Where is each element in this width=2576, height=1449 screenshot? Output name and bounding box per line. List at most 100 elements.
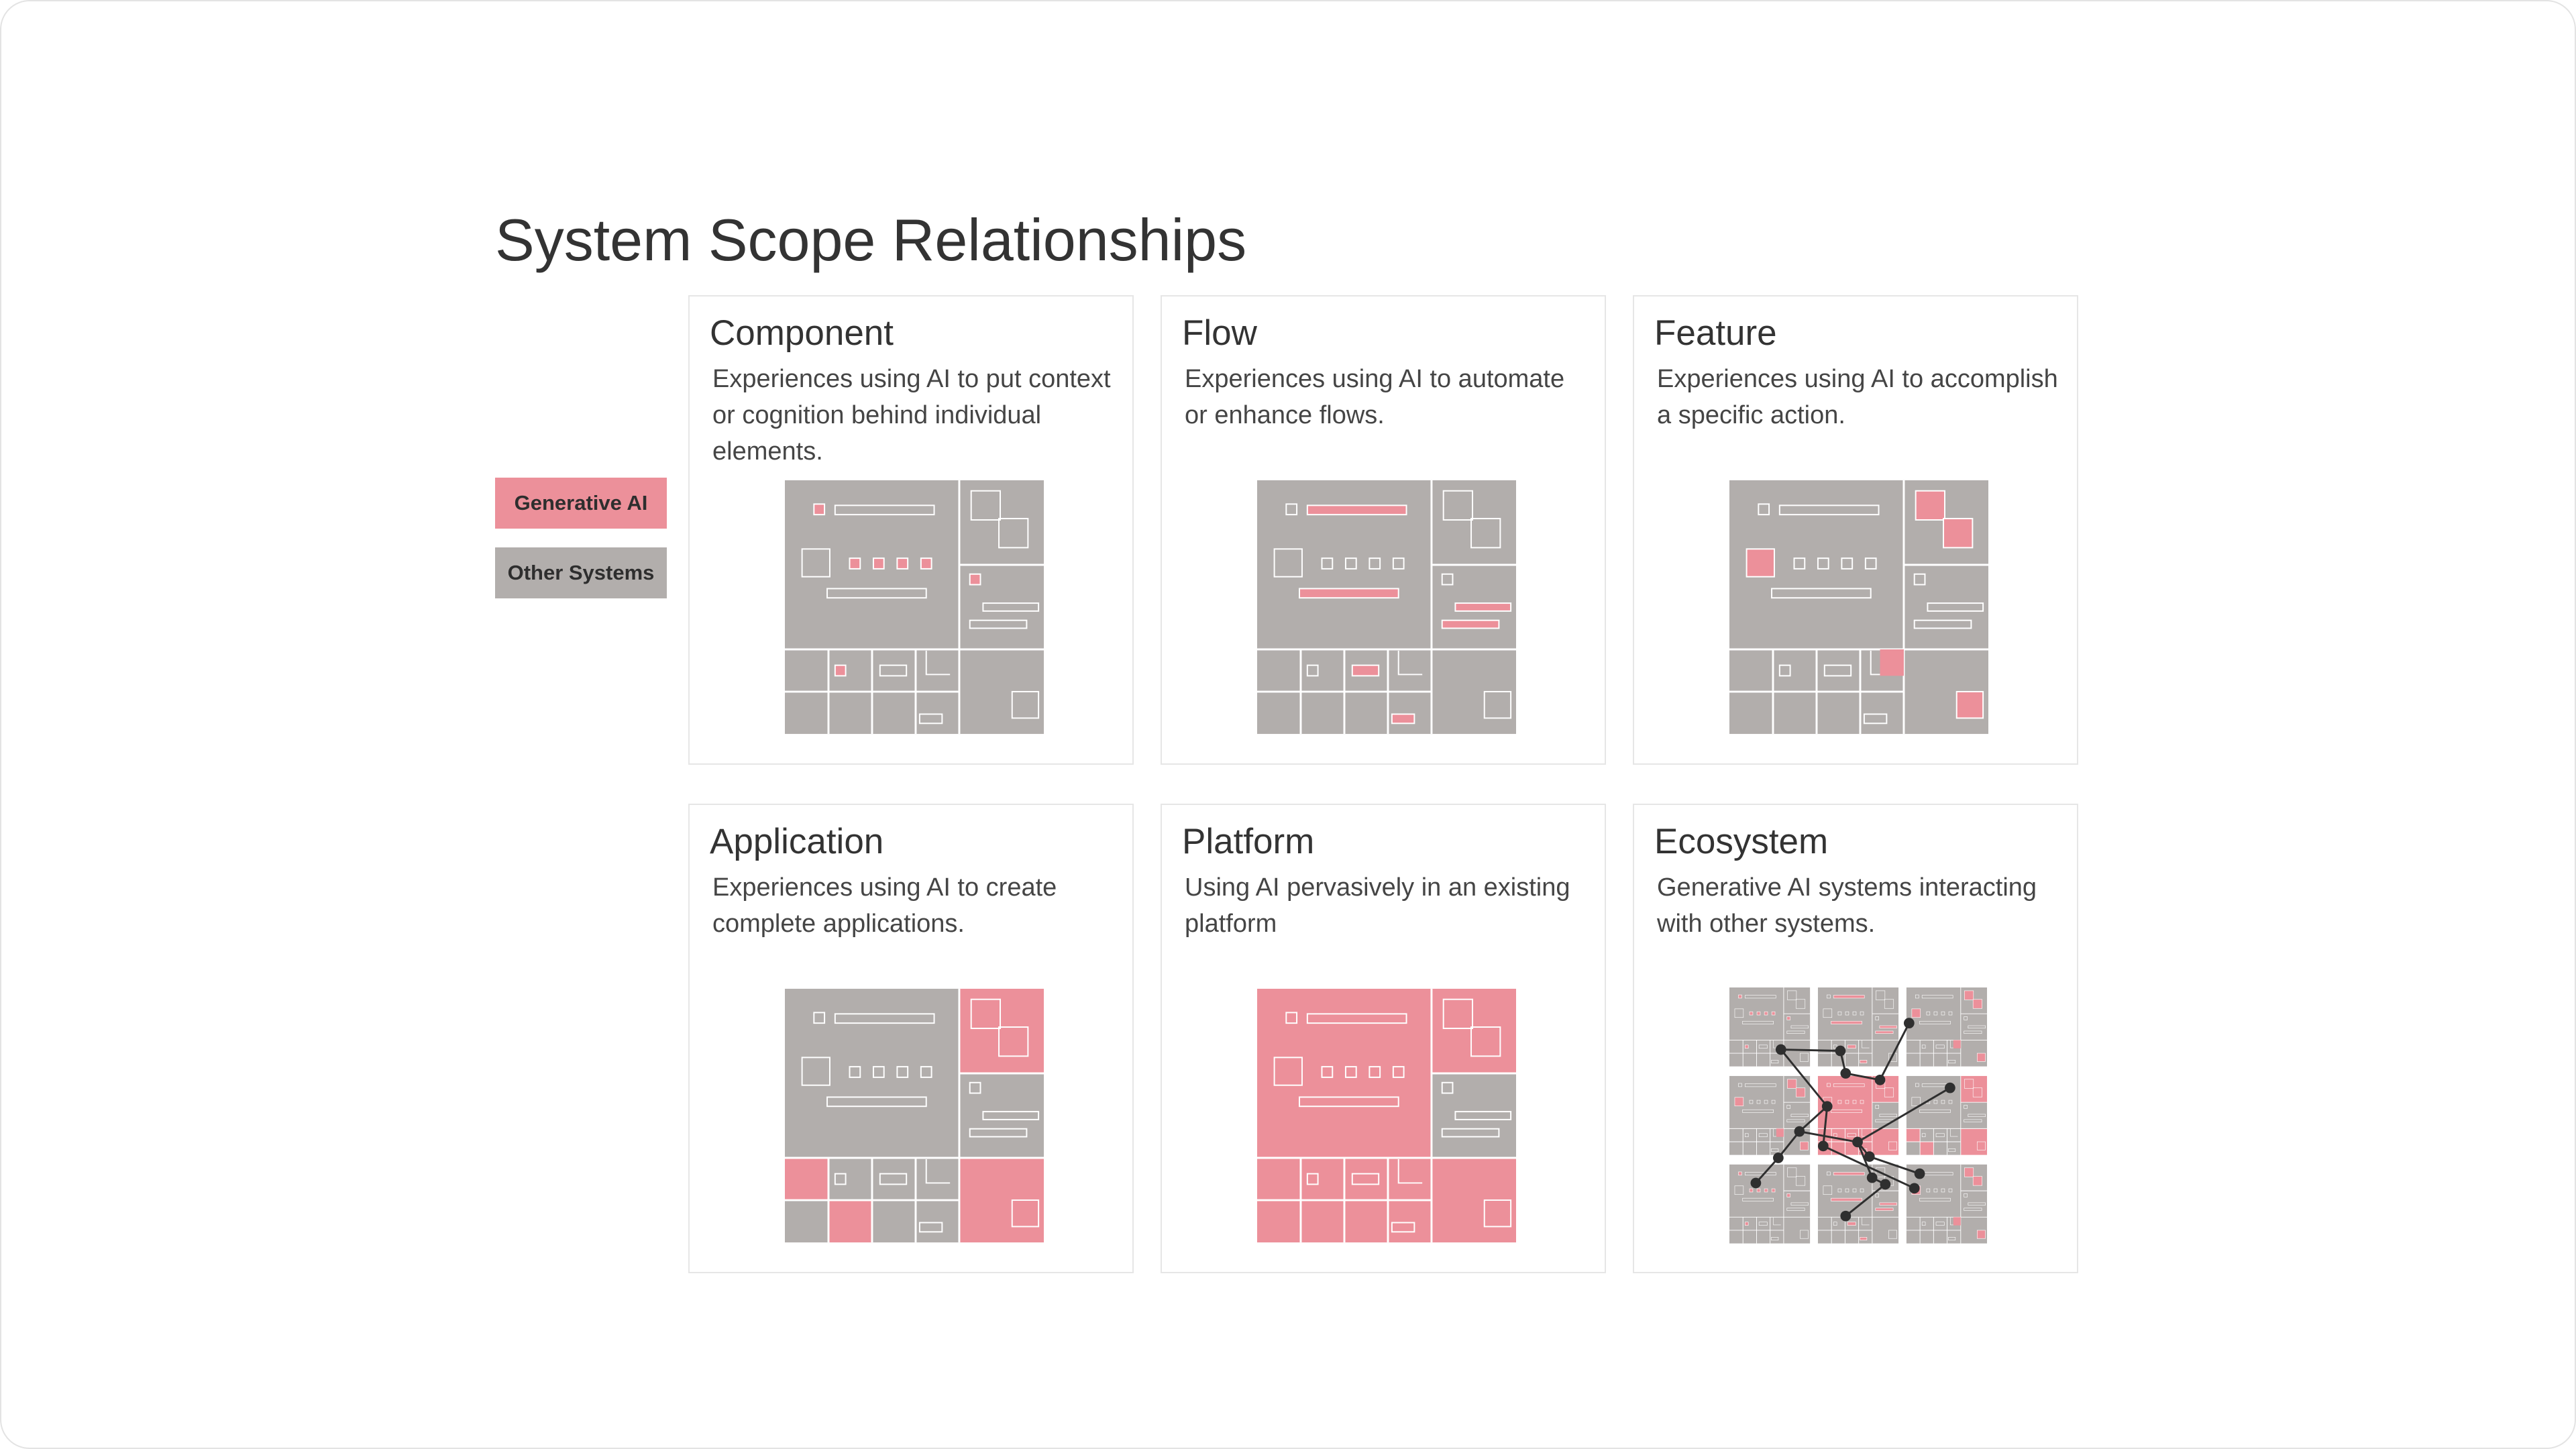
connection-node [1903,1018,1915,1029]
grid-bar [1847,1044,1856,1049]
small-box [1786,1016,1791,1020]
platform-scope-diagram [1257,987,1516,1244]
dot-box [1771,1011,1776,1016]
square-box [1977,1053,1986,1062]
dot-box [872,557,885,570]
card-description: Experiences using AI to accomplish a spe… [1657,365,2058,429]
grid-cell [1756,1040,1770,1054]
grid-cell [1920,1230,1934,1244]
mid-right-panel [1960,1014,1988,1040]
grid-cell [1858,1217,1872,1230]
grid-cell [871,1200,916,1243]
image-box [1911,1008,1921,1018]
connection-node [1750,1177,1762,1189]
connection-node [1772,1152,1784,1163]
main-panel [1729,1164,1784,1219]
grid-cell [1817,1217,1832,1230]
mini-system [1817,987,1899,1067]
grid-cell [1906,1128,1921,1142]
grid-cell [871,1158,916,1201]
icon-box [1738,1171,1742,1176]
text-bar [1875,1030,1894,1034]
tile [1964,1167,1974,1177]
top-right-panel [959,480,1044,565]
grid-pill [1860,1060,1868,1064]
feature-scope-diagram [1729,479,1988,735]
top-right-panel [959,988,1044,1073]
grid-cell [1933,1053,1947,1067]
flow-wireframe [1257,480,1516,735]
grid-cell [1906,1053,1921,1067]
grid-cell [1756,1142,1770,1155]
grid-icon [1744,1222,1749,1226]
card-application: Application Experiences using AI to crea… [688,804,1134,1273]
top-right-panel [1783,1164,1811,1191]
grid-cell [1933,1040,1947,1054]
tile [1795,1087,1806,1097]
grid-cell [1257,692,1301,735]
tile [1915,490,1945,521]
ecosystem-scope-diagram [1729,987,1988,1244]
icon-box [813,503,826,516]
square-box [1800,1141,1809,1150]
connection-node [1880,1179,1891,1190]
square-box [1955,691,1984,719]
grid-cell [1756,1217,1770,1230]
grid-cell [1729,1053,1743,1067]
card-component: Component Experiences using AI to put co… [688,295,1134,765]
grid-cell [1729,1142,1743,1155]
card-platform: Platform Using AI pervasively in an exis… [1161,804,1606,1273]
connection-node [1852,1136,1863,1148]
grid-cell [1257,1200,1301,1243]
component-scope-diagram [785,479,1044,735]
main-panel [785,480,959,655]
grid-cell [1729,1230,1743,1244]
connection-line [1780,1049,1841,1053]
grid-cell [1770,1217,1784,1230]
connection-node [1914,1168,1925,1179]
grid-cell [1831,1230,1845,1244]
connection-node [1835,1045,1846,1057]
grid-bar [1351,664,1380,677]
caption-bar [1831,1020,1862,1024]
application-scope-diagram [785,987,1044,1244]
card-title: Ecosystem [1654,822,1829,861]
grid-cell [1743,1230,1757,1244]
text-bar [1879,1025,1897,1028]
grid-cell [1387,692,1432,735]
grid-cell [871,649,916,692]
grid-cell [1743,1053,1757,1067]
page-title: System Scope Relationships [495,206,1247,273]
card-flow: Flow Experiences using AI to automate or… [1161,295,1606,765]
caption-bar [1299,588,1399,599]
title-bar [1833,1172,1865,1176]
highlight-cell [1880,649,1904,676]
grid-cell [1845,1053,1859,1067]
grid-pill [1860,1237,1868,1240]
grid-cell [915,649,959,692]
grid-cell [1947,1230,1961,1244]
grid-cell [1845,1230,1859,1244]
grid-cell [1387,649,1432,692]
card-title: Component [710,313,894,353]
grid-cell [1817,1230,1832,1244]
card-description: Experiences using AI to automate or enha… [1185,365,1565,429]
grid-cell [1933,1230,1947,1244]
grid-cell [1300,1200,1344,1243]
card-description: Experiences using AI to put context or c… [712,365,1111,466]
tile [1943,518,1974,549]
flow-scope-diagram [1257,479,1516,735]
connection-node [1840,1068,1851,1079]
grid-cell [1906,1217,1921,1230]
icon-box [1738,994,1742,999]
card-feature: Feature Experiences using AI to accompli… [1633,295,2078,765]
top-right-panel [1872,987,1899,1014]
grid-cell [1729,1217,1743,1230]
grid-cell [785,649,828,692]
dot-box [849,557,861,570]
grid-cell [915,692,959,735]
text-bar [1441,619,1500,629]
mini-system [1729,1075,1811,1155]
legend-generative-ai-label: Generative AI [514,491,648,515]
mid-right-panel [1903,564,1988,650]
